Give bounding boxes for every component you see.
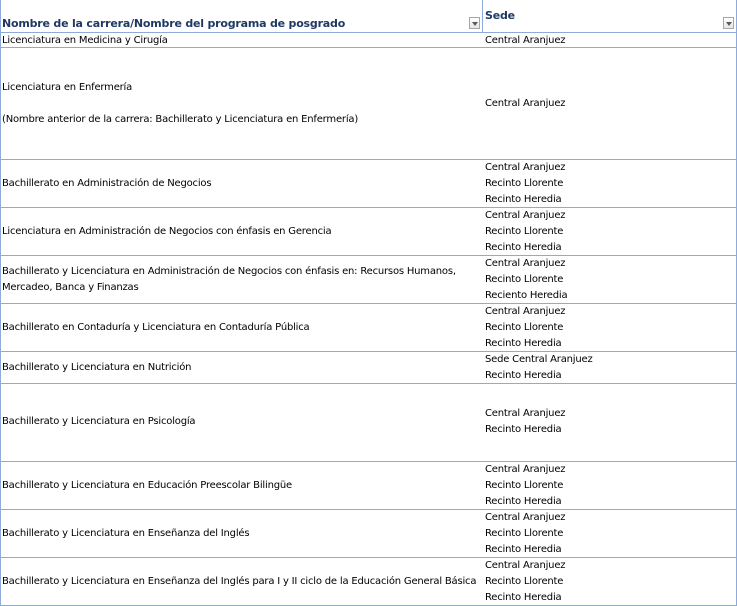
career-line: Bachillerato y Licenciatura en Educación… <box>2 480 292 491</box>
career-cell[interactable]: Bachillerato y Licenciatura en Enseñanza… <box>2 574 480 590</box>
table-row[interactable]: Bachillerato y Licenciatura en Educación… <box>0 462 737 510</box>
career-line: Bachillerato y Licenciatura en Nutrición <box>2 362 192 373</box>
site-line: Recinto Heredia <box>485 370 562 381</box>
site-cell[interactable]: Central Aranjuez Recinto Llorente Recint… <box>485 462 735 510</box>
site-line: Recinto Llorente <box>485 178 564 189</box>
site-line: Reciento Heredia <box>485 290 568 301</box>
career-line: Bachillerato y Licenciatura en Enseñanza… <box>2 528 250 539</box>
site-line: Recinto Llorente <box>485 322 564 333</box>
filter-dropdown-icon[interactable] <box>723 17 734 29</box>
site-line: Central Aranjuez <box>485 210 566 221</box>
site-cell[interactable]: Sede Central Aranjuez Recinto Heredia <box>485 352 735 384</box>
site-line: Central Aranjuez <box>485 560 566 571</box>
table-row[interactable]: Bachillerato y Licenciatura en Enseñanza… <box>0 558 737 606</box>
career-cell[interactable]: Licenciatura en Enfermería (Nombre anter… <box>2 80 480 128</box>
site-line: Recinto Llorente <box>485 226 564 237</box>
career-line: Bachillerato en Administración de Negoci… <box>2 178 212 189</box>
career-line: (Nombre anterior de la carrera: Bachille… <box>2 114 359 125</box>
career-line: Bachillerato y Licenciatura en Administr… <box>2 266 456 277</box>
site-line: Sede Central Aranjuez <box>485 354 593 365</box>
site-cell[interactable]: Central Aranjuez Recinto Llorente Recint… <box>485 208 735 256</box>
site-line: Central Aranjuez <box>485 306 566 317</box>
career-line: Mercadeo, Banca y Finanzas <box>2 282 139 293</box>
table-row[interactable]: Bachillerato y Licenciatura en Administr… <box>0 256 737 304</box>
header-site[interactable]: Sede <box>483 0 737 33</box>
site-line: Recinto Heredia <box>485 338 562 349</box>
site-line: Recinto Llorente <box>485 480 564 491</box>
header-site-label: Sede <box>485 9 515 22</box>
site-cell[interactable]: Central Aranjuez Recinto Llorente Recint… <box>485 510 735 558</box>
career-cell[interactable]: Licenciatura en Medicina y Cirugía <box>2 33 480 49</box>
filter-dropdown-icon[interactable] <box>469 17 480 29</box>
table-row[interactable]: Bachillerato y Licenciatura en Nutrición… <box>0 352 737 384</box>
site-line: Recinto Llorente <box>485 576 564 587</box>
site-line: Recinto Heredia <box>485 424 562 435</box>
career-line: Bachillerato en Contaduría y Licenciatur… <box>2 322 310 333</box>
table-row[interactable]: Bachillerato y Licenciatura en Psicologí… <box>0 384 737 462</box>
career-line: Licenciatura en Administración de Negoci… <box>2 226 332 237</box>
table-row[interactable]: Licenciatura en Enfermería (Nombre anter… <box>0 48 737 160</box>
career-cell[interactable]: Bachillerato y Licenciatura en Psicologí… <box>2 414 480 430</box>
site-cell[interactable]: Central Aranjuez Recinto Llorente Recien… <box>485 256 735 304</box>
header-career-label: Nombre de la carrera/Nombre del programa… <box>2 17 346 30</box>
site-line: Recinto Llorente <box>485 528 564 539</box>
site-line: Central Aranjuez <box>485 408 566 419</box>
career-cell[interactable]: Bachillerato y Licenciatura en Administr… <box>2 264 480 296</box>
table-row[interactable]: Licenciatura en Administración de Negoci… <box>0 208 737 256</box>
site-line: Central Aranjuez <box>485 512 566 523</box>
site-line: Recinto Heredia <box>485 496 562 507</box>
career-cell[interactable]: Bachillerato y Licenciatura en Educación… <box>2 478 480 494</box>
career-line: Licenciatura en Medicina y Cirugía <box>2 35 168 46</box>
site-cell[interactable]: Central Aranjuez Recinto Llorente Recint… <box>485 304 735 352</box>
table-row[interactable]: Bachillerato y Licenciatura en Enseñanza… <box>0 510 737 558</box>
site-line: Central Aranjuez <box>485 98 566 109</box>
spreadsheet: Nombre de la carrera/Nombre del programa… <box>0 0 737 606</box>
table-row[interactable]: Bachillerato en Contaduría y Licenciatur… <box>0 304 737 352</box>
site-cell[interactable]: Central Aranjuez Recinto Llorente Recint… <box>485 160 735 208</box>
career-cell[interactable]: Bachillerato y Licenciatura en Nutrición <box>2 360 480 376</box>
career-line: Licenciatura en Enfermería <box>2 82 133 93</box>
career-cell[interactable]: Bachillerato y Licenciatura en Enseñanza… <box>2 526 480 542</box>
site-line: Central Aranjuez <box>485 258 566 269</box>
site-line: Recinto Heredia <box>485 194 562 205</box>
site-line: Central Aranjuez <box>485 35 566 46</box>
site-line: Recinto Heredia <box>485 242 562 253</box>
table-row[interactable]: Bachillerato en Administración de Negoci… <box>0 160 737 208</box>
site-line: Recinto Llorente <box>485 274 564 285</box>
career-cell[interactable]: Bachillerato en Administración de Negoci… <box>2 176 480 192</box>
career-cell[interactable]: Licenciatura en Administración de Negoci… <box>2 224 480 240</box>
site-cell[interactable]: Central Aranjuez <box>485 96 735 112</box>
site-line: Recinto Heredia <box>485 544 562 555</box>
header-career[interactable]: Nombre de la carrera/Nombre del programa… <box>0 0 483 33</box>
table-row[interactable]: Licenciatura en Medicina y Cirugía Centr… <box>0 33 737 48</box>
site-line: Central Aranjuez <box>485 162 566 173</box>
career-spacer <box>2 96 480 112</box>
site-cell[interactable]: Central Aranjuez Recinto Heredia <box>485 406 735 438</box>
site-line: Recinto Heredia <box>485 592 562 603</box>
career-line: Bachillerato y Licenciatura en Enseñanza… <box>2 576 477 587</box>
site-cell[interactable]: Central Aranjuez <box>485 33 735 49</box>
site-line: Central Aranjuez <box>485 464 566 475</box>
career-line: Bachillerato y Licenciatura en Psicologí… <box>2 416 196 427</box>
career-cell[interactable]: Bachillerato en Contaduría y Licenciatur… <box>2 320 480 336</box>
site-cell[interactable]: Central Aranjuez Recinto Llorente Recint… <box>485 558 735 606</box>
